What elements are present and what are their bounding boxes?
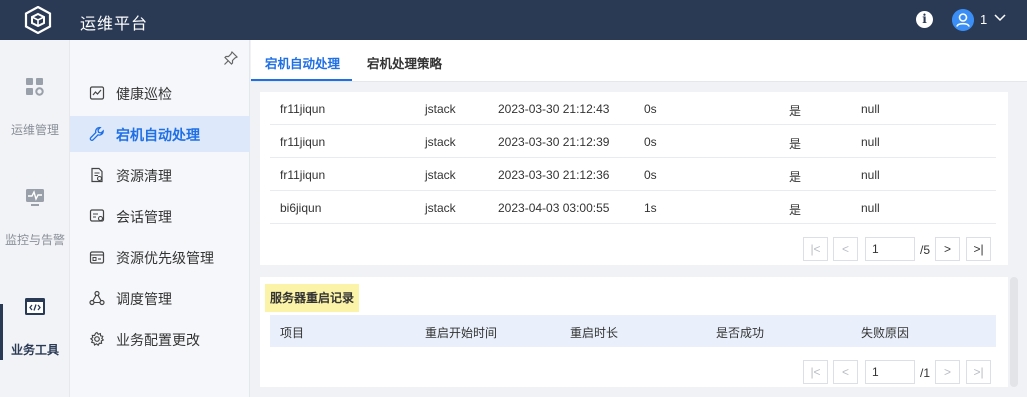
crash-records-table: fr11jiqun jstack 2023-03-30 21:12:43 0s … bbox=[260, 92, 1008, 265]
menu-item-label: 资源优先级管理 bbox=[116, 250, 214, 266]
table-cell: 是 bbox=[789, 203, 802, 217]
rail-item-label: 业务工具 bbox=[10, 343, 59, 357]
rail-item-monitoring[interactable]: 监控与告警 bbox=[0, 186, 70, 256]
pagination-next-button[interactable]: > bbox=[935, 237, 960, 261]
table-cell: 2023-03-30 21:12:43 bbox=[498, 102, 610, 116]
rail-item-business-tools[interactable]: 业务工具 bbox=[0, 296, 70, 366]
table-cell: jstack bbox=[425, 168, 456, 182]
menu-item-auto-crash-handling[interactable]: 宕机自动处理 bbox=[70, 116, 250, 152]
table-header-row: 项目 重启开始时间 重启时长 是否成功 失败原因 bbox=[270, 315, 996, 347]
table-cell: 是 bbox=[789, 137, 802, 151]
pagination-page-input[interactable]: 1 bbox=[865, 237, 915, 261]
table-cell: 是 bbox=[789, 170, 802, 184]
menu-item-health-check[interactable]: 健康巡检 bbox=[70, 75, 250, 111]
table-cell: 是 bbox=[789, 104, 802, 118]
grid-settings-icon bbox=[26, 78, 44, 96]
menu-item-schedule-management[interactable]: 调度管理 bbox=[70, 280, 250, 316]
rail-item-ops-management[interactable]: 运维管理 bbox=[0, 76, 70, 146]
column-header: 项目 bbox=[280, 326, 305, 340]
tab-bar: 宕机自动处理 宕机处理策略 bbox=[251, 40, 1027, 82]
column-header: 失败原因 bbox=[861, 326, 910, 340]
tab-active-indicator bbox=[251, 79, 352, 81]
tab-auto-crash-handling[interactable]: 宕机自动处理 bbox=[265, 53, 340, 72]
app-title: 运维平台 bbox=[80, 16, 149, 33]
menu-item-label: 健康巡检 bbox=[116, 86, 172, 102]
table-cell: 1s bbox=[644, 201, 657, 215]
user-avatar-icon[interactable] bbox=[952, 9, 974, 31]
doc-clean-icon bbox=[91, 167, 103, 183]
pagination-first-button[interactable]: |< bbox=[803, 237, 828, 261]
table-cell: jstack bbox=[425, 201, 456, 215]
table-cell: 0s bbox=[644, 168, 657, 182]
table-cell: fr11jiqun bbox=[280, 102, 326, 116]
menu-item-label: 宕机自动处理 bbox=[116, 127, 200, 143]
chevron-down-icon[interactable] bbox=[993, 10, 1007, 24]
secondary-menu: 健康巡检 宕机自动处理 资源清理 会话管理 资源优先级管理 调度管理 业务配置更… bbox=[70, 40, 250, 397]
column-header: 重启时长 bbox=[570, 326, 619, 340]
pagination-first-button[interactable]: |< bbox=[803, 360, 828, 384]
code-window-icon bbox=[25, 298, 45, 315]
rail-item-label: 运维管理 bbox=[10, 123, 59, 137]
main-content: 宕机自动处理 宕机处理策略 fr11jiqun jstack 2023-03-3… bbox=[251, 40, 1027, 397]
table-cell: null bbox=[861, 201, 880, 215]
pagination-page-input[interactable]: 1 bbox=[865, 360, 915, 384]
table-cell: null bbox=[861, 102, 880, 116]
table-cell: bi6jiqun bbox=[280, 201, 322, 215]
rail-item-label: 监控与告警 bbox=[4, 233, 65, 247]
menu-item-label: 调度管理 bbox=[116, 291, 172, 307]
restart-records-panel: 服务器重启记录 项目 重启开始时间 重启时长 是否成功 失败原因 |< < 1 … bbox=[260, 277, 1008, 387]
pin-icon[interactable] bbox=[223, 50, 239, 66]
user-name[interactable]: 1 bbox=[980, 12, 987, 27]
vertical-scrollbar[interactable] bbox=[1010, 277, 1018, 387]
table-cell: jstack bbox=[425, 102, 456, 116]
pagination-last-button[interactable]: >| bbox=[966, 360, 991, 384]
table-row[interactable]: fr11jiqun jstack 2023-03-30 21:12:36 0s … bbox=[270, 158, 996, 191]
pagination-prev-button[interactable]: < bbox=[833, 237, 858, 261]
pagination-prev-button[interactable]: < bbox=[833, 360, 858, 384]
table-cell: fr11jiqun bbox=[280, 168, 326, 182]
menu-item-label: 会话管理 bbox=[116, 209, 172, 225]
primary-nav-rail: 运维管理 监控与告警 业务工具 bbox=[0, 40, 70, 397]
table-row[interactable]: bi6jiqun jstack 2023-04-03 03:00:55 1s 是… bbox=[270, 191, 996, 224]
schedule-nodes-icon bbox=[89, 290, 105, 306]
column-header: 重启开始时间 bbox=[425, 326, 498, 340]
table-cell: 0s bbox=[644, 135, 657, 149]
menu-item-resource-cleanup[interactable]: 资源清理 bbox=[70, 157, 250, 193]
menu-item-session-management[interactable]: 会话管理 bbox=[70, 198, 250, 234]
chart-box-icon bbox=[89, 86, 105, 100]
table-row[interactable]: fr11jiqun jstack 2023-03-30 21:12:43 0s … bbox=[270, 92, 996, 125]
menu-item-label: 资源清理 bbox=[116, 168, 172, 184]
column-header: 是否成功 bbox=[716, 326, 765, 340]
menu-item-resource-priority[interactable]: 资源优先级管理 bbox=[70, 239, 250, 275]
menu-item-business-config[interactable]: 业务配置更改 bbox=[70, 321, 250, 357]
section-title: 服务器重启记录 bbox=[265, 284, 360, 312]
logo-icon[interactable] bbox=[22, 6, 54, 34]
table-row[interactable]: fr11jiqun jstack 2023-03-30 21:12:39 0s … bbox=[270, 125, 996, 158]
wrench-icon bbox=[89, 126, 104, 141]
pagination-last-button[interactable]: >| bbox=[966, 237, 991, 261]
table-cell: 0s bbox=[644, 102, 657, 116]
top-bar: 运维平台 i 1 bbox=[0, 0, 1027, 40]
pagination-total: /5 bbox=[920, 243, 931, 257]
table-cell: 2023-03-30 21:12:36 bbox=[498, 168, 610, 182]
tab-crash-handling-policy[interactable]: 宕机处理策略 bbox=[367, 53, 442, 72]
info-icon[interactable]: i bbox=[916, 11, 933, 28]
session-icon bbox=[89, 209, 105, 222]
priority-icon bbox=[89, 251, 105, 264]
table-cell: null bbox=[861, 168, 880, 182]
config-gear-icon bbox=[89, 331, 105, 347]
menu-item-label: 业务配置更改 bbox=[116, 332, 200, 348]
table-cell: 2023-04-03 03:00:55 bbox=[498, 201, 610, 215]
pagination-next-button[interactable]: > bbox=[935, 360, 960, 384]
pagination-total: /1 bbox=[920, 366, 931, 380]
table-cell: fr11jiqun bbox=[280, 135, 326, 149]
monitor-icon bbox=[26, 189, 44, 206]
table-cell: 2023-03-30 21:12:39 bbox=[498, 135, 610, 149]
table-cell: jstack bbox=[425, 135, 456, 149]
table-cell: null bbox=[861, 135, 880, 149]
